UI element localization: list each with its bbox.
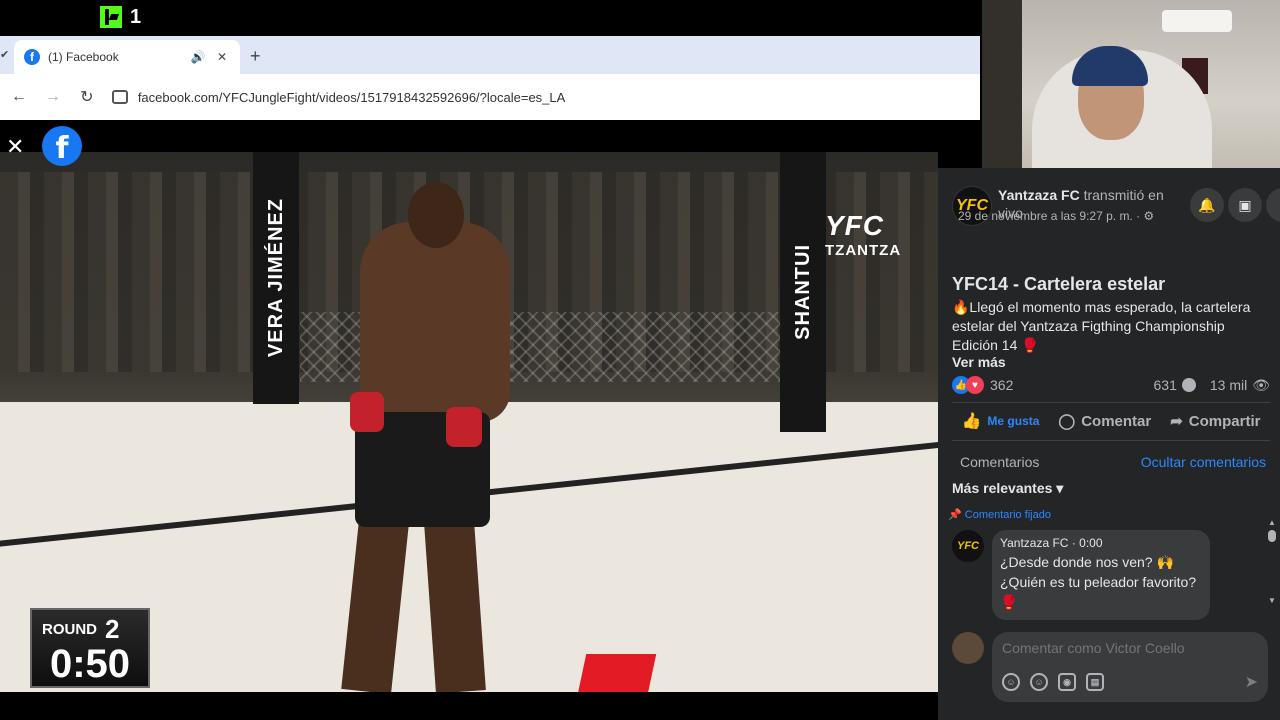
reactions-bar: 👍 ♥ 362 631 13 mil 👁 [952, 376, 1270, 394]
emoji-icon[interactable]: ☺ [1030, 673, 1048, 691]
round-number: 2 [105, 614, 120, 644]
screen: 1 ✔ f (1) Facebook 🔊 ✕ + ← → ↻ facebook.… [0, 0, 1280, 720]
video-title: YFC14 - Cartelera estelar [952, 274, 1166, 294]
pin-icon: 📌 [948, 509, 962, 521]
fighter-glove [446, 407, 482, 447]
close-video-icon[interactable]: ✕ [6, 134, 24, 160]
comment-text-line: ¿Quién es tu peleador favorito? [1000, 574, 1197, 590]
facebook-logo-icon[interactable]: f [42, 126, 82, 166]
webcam-door [982, 0, 1022, 168]
yfc-logo-subtext: TZANTZA [825, 242, 902, 259]
viewer-count: 1 [130, 5, 142, 28]
comment-bubble-icon [1181, 378, 1196, 392]
post-date[interactable]: 29 de noviembre a las 9:27 p. m. · ⚙ [958, 208, 1154, 224]
comment-avatar[interactable]: YFC [952, 530, 984, 562]
post-sponsor-right: SHANTUI [791, 244, 814, 340]
sort-dropdown[interactable]: Más relevantes ▾ [952, 480, 1063, 497]
browser-toolbar: ← → ↻ facebook.com/YFCJungleFight/videos… [0, 74, 981, 120]
browser-window: ✔ f (1) Facebook 🔊 ✕ + ← → ↻ facebook.co… [0, 36, 981, 120]
round-timer: 0:50 [49, 642, 131, 686]
camera-icon[interactable]: ◉ [1058, 673, 1076, 691]
comment-item: YFC Yantzaza FC · 0:00 ¿Desde donde nos … [952, 530, 1212, 620]
composer-tools: ☺ ☺ ◉ ▤ ➤ [1002, 672, 1258, 692]
share-icon: ➦ [1170, 413, 1183, 430]
comment-composer: ☺ ☺ ◉ ▤ ➤ [952, 632, 1268, 702]
user-avatar [952, 632, 984, 664]
divider [952, 402, 1270, 403]
video-info-panel: YFC Yantzaza FC transmitió en vivo. 29 d… [938, 168, 1280, 720]
reactions-count[interactable]: 362 [990, 377, 1013, 393]
page-name-link[interactable]: Yantzaza FC [998, 187, 1080, 203]
comment-timestamp[interactable]: 0:00 [1079, 536, 1102, 550]
fighter-glove [350, 392, 384, 432]
webcam-air-conditioner [1162, 10, 1232, 32]
round-label: ROUND [42, 621, 97, 638]
round-scoreboard: ROUND 2 0:50 [30, 608, 150, 688]
tab-bar: ✔ f (1) Facebook 🔊 ✕ + [0, 36, 980, 74]
divider [952, 440, 1270, 441]
site-settings-icon[interactable] [111, 90, 128, 104]
comments-count[interactable]: 631 [1154, 377, 1196, 393]
comment-author[interactable]: Yantzaza FC [1000, 536, 1068, 550]
forward-arrow-icon[interactable]: → [36, 88, 70, 106]
video-description: 🔥Llegó el momento mas esperado, la carte… [952, 299, 1251, 353]
like-button[interactable]: 👍 Me gusta [961, 411, 1039, 431]
pinned-comment-label: 📌 Comentario fijado [948, 509, 1051, 521]
video-frame: VERA JIMÉNEZ SHANTUI YFC TZANTZA ROUND 2… [0, 152, 938, 692]
tab-search-chevron-icon[interactable]: ✔ [0, 48, 9, 61]
mat-red-mark [577, 654, 657, 692]
scroll-down-icon[interactable]: ▼ [1268, 596, 1276, 605]
speaker-icon[interactable]: 🔊 [190, 50, 206, 64]
yfc-logo-text: YFC [825, 210, 884, 241]
sticker-icon[interactable]: ▤ [1086, 673, 1104, 691]
share-button[interactable]: ➦ Compartir [1170, 412, 1260, 431]
comment-bubble: Yantzaza FC · 0:00 ¿Desde donde nos ven?… [992, 530, 1210, 620]
tab-title: (1) Facebook [48, 50, 119, 64]
love-reaction-icon[interactable]: ♥ [966, 376, 984, 394]
fighter-head [408, 182, 464, 248]
tab-facebook[interactable]: f (1) Facebook 🔊 ✕ [14, 40, 240, 74]
scroll-up-icon[interactable]: ▲ [1268, 518, 1276, 527]
post-sponsor-left: VERA JIMÉNEZ [264, 198, 287, 358]
comment-input[interactable] [1002, 640, 1258, 656]
video-player[interactable]: VERA JIMÉNEZ SHANTUI YFC TZANTZA ROUND 2… [0, 120, 938, 692]
new-tab-button[interactable]: + [250, 46, 261, 67]
comments-header: Comentarios Ocultar comentarios [960, 454, 1266, 470]
views-count: 13 mil 👁 [1209, 376, 1270, 394]
see-more-link[interactable]: Ver más [952, 354, 1006, 370]
address-bar[interactable]: facebook.com/YFCJungleFight/videos/15179… [105, 80, 981, 114]
hide-comments-link[interactable]: Ocultar comentarios [1141, 454, 1266, 470]
close-tab-icon[interactable]: ✕ [214, 50, 230, 64]
comment-button[interactable]: ◯ Comentar [1058, 412, 1151, 431]
comment-text-line: 🥊 [1000, 594, 1018, 610]
send-icon[interactable]: ➤ [1245, 672, 1258, 692]
webcam-feed [982, 0, 1280, 168]
bell-icon[interactable]: 🔔 [1190, 188, 1224, 222]
fighter-torso [360, 222, 510, 422]
avatar-sticker-icon[interactable]: ☺ [1002, 673, 1020, 691]
url-text: facebook.com/YFCJungleFight/videos/15179… [137, 89, 566, 105]
comment-text-line: ¿Desde donde nos ven? 🙌 [1000, 554, 1174, 570]
comment-box[interactable]: ☺ ☺ ◉ ▤ ➤ [992, 632, 1268, 702]
save-video-icon[interactable]: ▣ [1228, 188, 1262, 222]
comments-scrollbar[interactable]: ▲ ▼ [1268, 518, 1276, 608]
comment-icon: ◯ [1058, 413, 1076, 430]
post-actions: 👍 Me gusta ◯ Comentar ➦ Compartir [952, 406, 1270, 436]
cage-post-left: VERA JIMÉNEZ [253, 152, 299, 404]
facebook-favicon-icon: f [24, 49, 40, 65]
eye-icon: 👁 [1252, 376, 1270, 393]
thumbs-up-icon: 👍 [961, 413, 982, 430]
comments-heading: Comentarios [960, 454, 1040, 470]
yfc-watermark: YFC TZANTZA [825, 210, 901, 259]
reload-icon[interactable]: ↻ [70, 87, 104, 107]
cage-post-right: SHANTUI [780, 152, 826, 432]
kick-logo-icon [100, 6, 122, 28]
scroll-thumb[interactable] [1268, 530, 1276, 542]
chevron-down-icon: ▾ [1056, 480, 1064, 496]
back-arrow-icon[interactable]: ← [2, 88, 36, 106]
stream-overlay: 1 [100, 4, 141, 30]
